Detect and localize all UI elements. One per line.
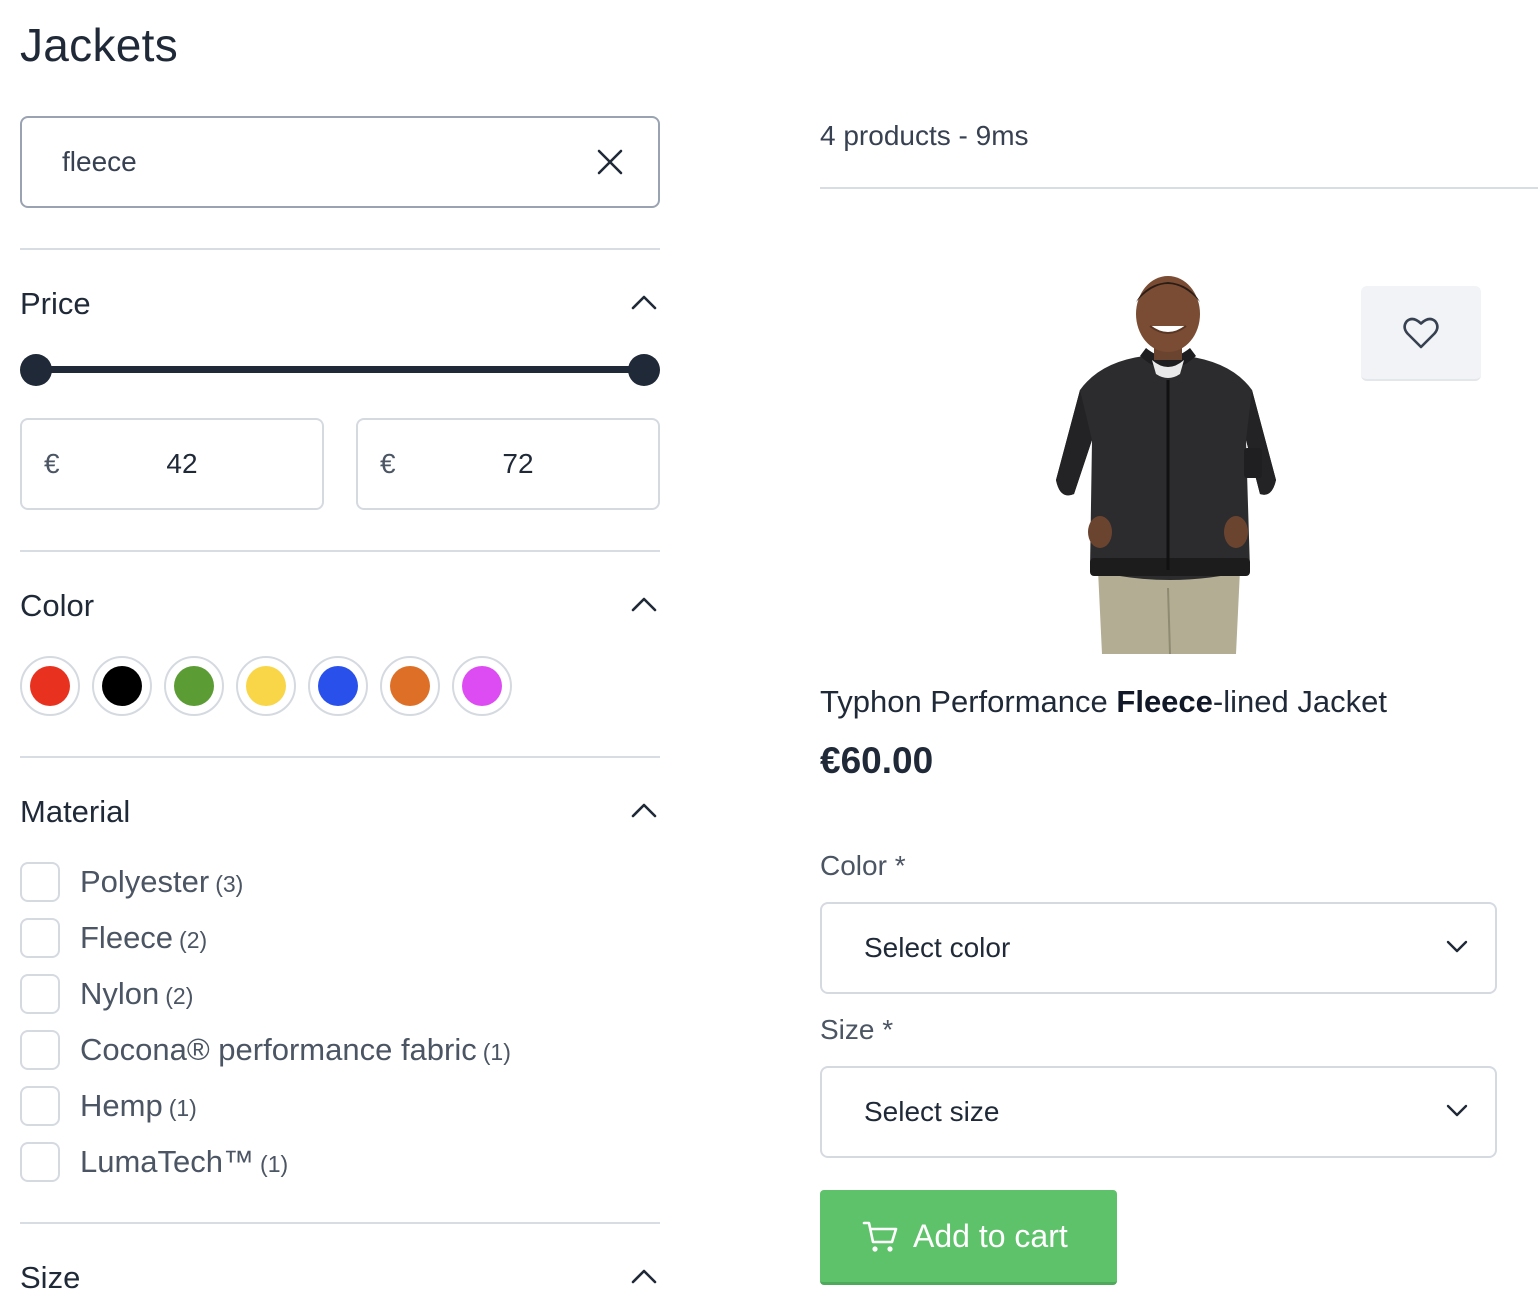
- page-title: Jackets: [20, 19, 179, 71]
- product-price: €60.00: [820, 740, 934, 781]
- material-option[interactable]: Nylon (2): [20, 974, 640, 1014]
- material-checkbox[interactable]: [20, 1142, 60, 1182]
- material-option-name: Polyester: [80, 864, 210, 899]
- color-swatch-fill: [246, 666, 286, 706]
- material-option-count: (2): [165, 983, 194, 1009]
- currency-symbol: €: [380, 448, 396, 479]
- chevron-up-icon[interactable]: [630, 292, 658, 312]
- color-swatch-red[interactable]: [20, 656, 80, 716]
- size-select-value: Select size: [864, 1096, 1000, 1127]
- divider: [20, 550, 660, 552]
- size-select-label: Size *: [820, 1014, 894, 1045]
- close-icon[interactable]: [596, 148, 624, 176]
- divider: [20, 756, 660, 758]
- search-box: [20, 116, 660, 208]
- material-option[interactable]: Fleece (2): [20, 918, 640, 958]
- material-checkbox[interactable]: [20, 862, 60, 902]
- material-option-label: Polyester (3): [80, 864, 243, 900]
- material-checkbox[interactable]: [20, 1030, 60, 1070]
- product-name-prefix: Typhon Performance: [820, 684, 1117, 719]
- material-option[interactable]: LumaTech™ (1): [20, 1142, 640, 1182]
- product-name-suffix: -lined Jacket: [1212, 684, 1387, 719]
- material-option[interactable]: Cocona® performance fabric (1): [20, 1030, 640, 1070]
- material-facet-title[interactable]: Material: [20, 794, 130, 830]
- material-option-count: (1): [260, 1151, 289, 1177]
- material-checkbox[interactable]: [20, 1086, 60, 1126]
- chevron-up-icon[interactable]: [630, 800, 658, 820]
- color-select-label: Color *: [820, 850, 906, 881]
- color-swatch-fill: [30, 666, 70, 706]
- product-image[interactable]: [1040, 270, 1290, 655]
- chevron-up-icon[interactable]: [630, 1266, 658, 1286]
- material-checkbox[interactable]: [20, 974, 60, 1014]
- chevron-down-icon: [1445, 1102, 1469, 1123]
- color-swatch-blue[interactable]: [308, 656, 368, 716]
- color-swatch-yellow[interactable]: [236, 656, 296, 716]
- material-option-name: LumaTech™: [80, 1144, 255, 1179]
- material-option-count: (1): [168, 1095, 197, 1121]
- divider: [20, 248, 660, 250]
- price-max-field: €: [356, 418, 660, 510]
- color-swatch-fill: [390, 666, 430, 706]
- result-stats: 4 products - 9ms: [820, 120, 1029, 151]
- search-input[interactable]: [62, 144, 562, 180]
- material-option-count: (1): [482, 1039, 511, 1065]
- color-swatch-fill: [462, 666, 502, 706]
- add-to-cart-button[interactable]: Add to cart: [820, 1190, 1117, 1285]
- color-facet-title[interactable]: Color: [20, 588, 94, 624]
- heart-icon: [1403, 317, 1439, 349]
- material-option[interactable]: Polyester (3): [20, 862, 640, 902]
- size-facet-title[interactable]: Size: [20, 1260, 80, 1296]
- material-option-label: Hemp (1): [80, 1088, 197, 1124]
- material-option[interactable]: Hemp (1): [20, 1086, 640, 1126]
- material-option-count: (3): [215, 871, 244, 897]
- material-option-label: Cocona® performance fabric (1): [80, 1032, 511, 1068]
- price-min-field: €: [20, 418, 324, 510]
- color-swatch-fill: [174, 666, 214, 706]
- material-option-name: Cocona® performance fabric: [80, 1032, 477, 1067]
- price-max-input[interactable]: [458, 442, 578, 486]
- color-swatch-purple[interactable]: [452, 656, 512, 716]
- color-swatch-fill: [102, 666, 142, 706]
- product-name-highlight: Fleece: [1116, 684, 1213, 719]
- color-select-value: Select color: [864, 932, 1011, 963]
- chevron-up-icon[interactable]: [630, 594, 658, 614]
- color-swatch-fill: [318, 666, 358, 706]
- color-swatch-green[interactable]: [164, 656, 224, 716]
- color-swatch-black[interactable]: [92, 656, 152, 716]
- material-option-label: LumaTech™ (1): [80, 1144, 288, 1180]
- price-slider-track[interactable]: [36, 366, 644, 373]
- material-checkbox[interactable]: [20, 918, 60, 958]
- divider: [820, 187, 1538, 189]
- product-name[interactable]: Typhon Performance Fleece-lined Jacket: [820, 684, 1387, 720]
- add-to-cart-label: Add to cart: [913, 1218, 1068, 1254]
- currency-symbol: €: [44, 448, 60, 479]
- material-option-name: Fleece: [80, 920, 174, 955]
- material-option-count: (2): [179, 927, 208, 953]
- color-select[interactable]: Select color: [820, 902, 1497, 994]
- price-slider-max-handle[interactable]: [628, 354, 660, 386]
- chevron-down-icon: [1445, 938, 1469, 959]
- price-slider-min-handle[interactable]: [20, 354, 52, 386]
- material-option-name: Hemp: [80, 1088, 163, 1123]
- material-option-name: Nylon: [80, 976, 160, 1011]
- cart-icon: [862, 1220, 898, 1259]
- material-option-label: Nylon (2): [80, 976, 193, 1012]
- wishlist-button[interactable]: [1361, 286, 1481, 381]
- divider: [20, 1222, 660, 1224]
- color-swatch-orange[interactable]: [380, 656, 440, 716]
- size-select[interactable]: Select size: [820, 1066, 1497, 1158]
- material-option-label: Fleece (2): [80, 920, 207, 956]
- price-min-input[interactable]: [122, 442, 242, 486]
- price-facet-title[interactable]: Price: [20, 286, 91, 322]
